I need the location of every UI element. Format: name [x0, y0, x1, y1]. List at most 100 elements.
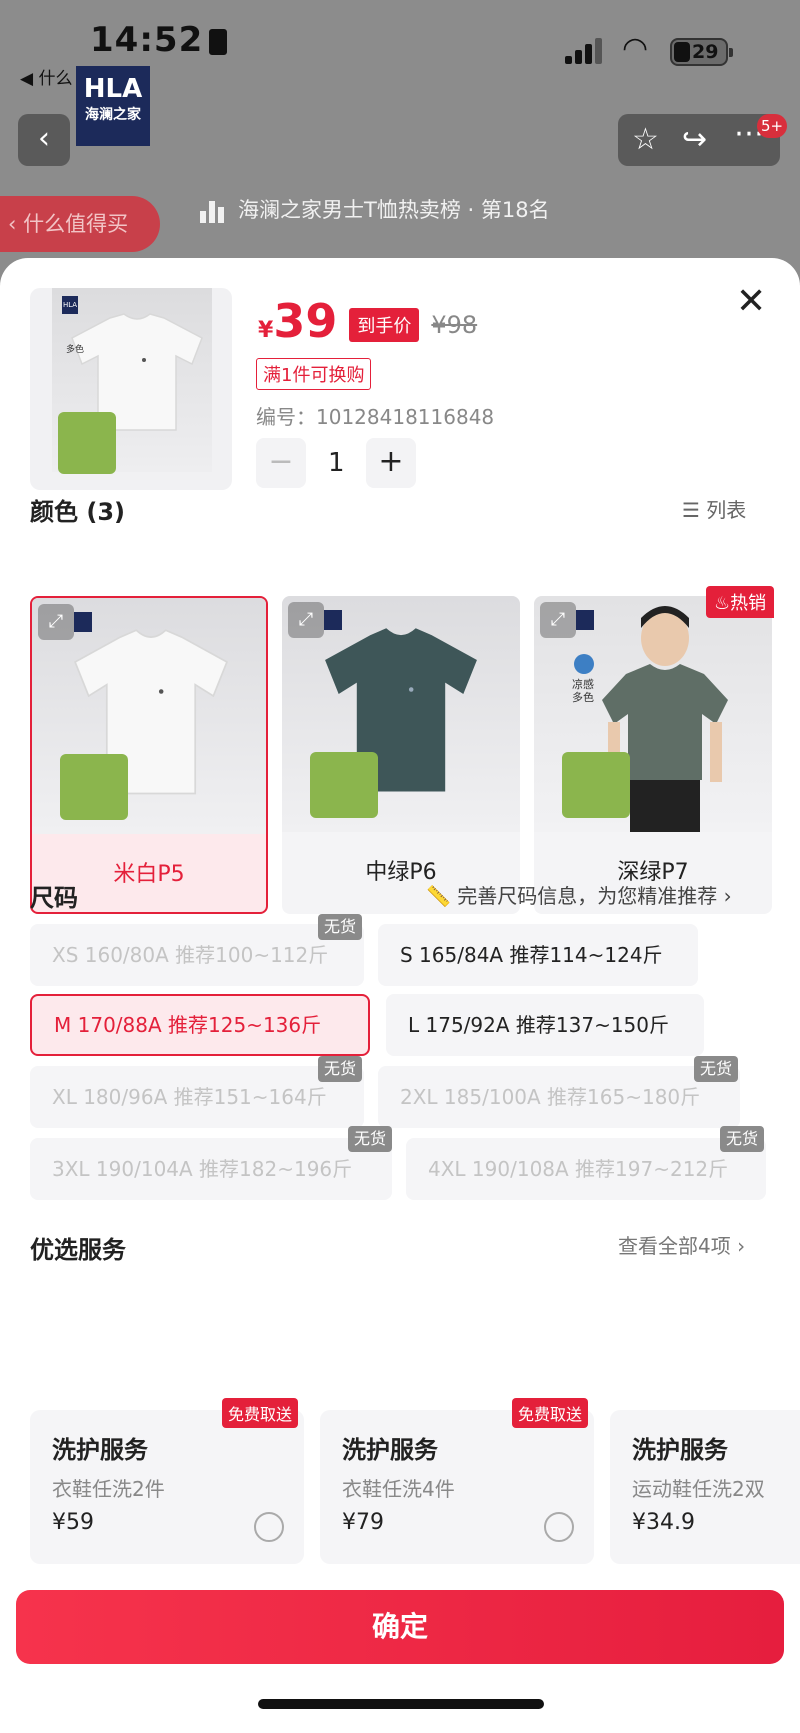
no-stock-badge: 无货	[318, 914, 363, 940]
size-option-l[interactable]: L 175/92A 推荐137~150斤	[386, 994, 704, 1056]
service-desc: 衣鞋任洗2件	[52, 1477, 165, 1501]
decrease-button[interactable]: −	[256, 438, 306, 488]
list-icon: ☰	[682, 498, 707, 522]
feature-tag-image	[58, 412, 116, 474]
chevron-left-icon: ‹	[8, 212, 24, 236]
expand-icon[interactable]: ⤢	[288, 602, 324, 638]
color-option-1[interactable]: ⤢ 中绿P6	[282, 596, 520, 914]
size-option-xl[interactable]: XL 180/96A 推荐151~164斤	[30, 1066, 364, 1128]
feature-tag-image	[310, 752, 378, 818]
service-card-2[interactable]: 洗护服务 运动鞋任洗2双 ¥34.9	[610, 1410, 800, 1564]
size-option-s[interactable]: S 165/84A 推荐114~124斤	[378, 924, 698, 986]
ranking-text: 海澜之家男士T恤热卖榜 · 第18名	[238, 198, 550, 222]
service-title: 洗护服务	[52, 1436, 148, 1464]
color-option-0[interactable]: ⤢ 米白P5	[30, 596, 268, 914]
share-icon[interactable]: ↪	[682, 122, 707, 157]
service-title: 洗护服务	[342, 1436, 438, 1464]
card-brand-logo	[576, 610, 594, 630]
quantity-value[interactable]: 1	[328, 448, 345, 478]
close-icon[interactable]: ✕	[736, 284, 766, 320]
service-desc: 衣鞋任洗4件	[342, 1477, 455, 1501]
view-all-label: 查看全部4项	[618, 1234, 731, 1258]
list-label: 列表	[706, 498, 747, 522]
color-count-label: 多色	[66, 345, 85, 355]
final-price-tag: 到手价	[349, 307, 420, 342]
service-title: 洗护服务	[632, 1436, 728, 1464]
final-price: 39	[273, 294, 338, 348]
feature-tag-image	[60, 754, 128, 820]
size-option-3xl[interactable]: 3XL 190/104A 推荐182~196斤	[30, 1138, 392, 1200]
service-price: ¥79	[342, 1510, 384, 1535]
back-button[interactable]: ‹	[18, 114, 70, 166]
service-desc: 运动鞋任洗2双	[632, 1477, 765, 1501]
price-row: ¥39 到手价 ¥98	[258, 294, 477, 354]
expand-icon[interactable]: ⤢	[38, 604, 74, 640]
expand-icon[interactable]: ⤢	[540, 602, 576, 638]
brand-logo: HLA 海澜之家	[76, 66, 150, 146]
service-radio[interactable]	[254, 1512, 284, 1542]
service-section-title: 优选服务	[30, 1236, 126, 1264]
original-price: ¥98	[431, 310, 478, 339]
size-option-m[interactable]: M 170/88A 推荐125~136斤	[30, 994, 370, 1056]
service-card-0[interactable]: 洗护服务 衣鞋任洗2件 ¥59	[30, 1410, 304, 1564]
notification-badge: 5+	[757, 114, 788, 138]
back-to-app-link[interactable]: ◀ 什么	[20, 64, 72, 89]
background-page: 14:52 ◀ 什么 ◠ 29 HLA 海澜之家 ‹ ☆ ↪ ⋯ 5+ ‹ 什么…	[0, 0, 800, 290]
size-option-xs[interactable]: XS 160/80A 推荐100~112斤	[30, 924, 364, 986]
size-hint-text: 完善尺码信息，为您精准推荐	[457, 884, 718, 908]
free-pickup-tag: 免费取送	[222, 1398, 299, 1428]
no-stock-badge: 无货	[720, 1126, 765, 1152]
free-pickup-tag: 免费取送	[512, 1398, 589, 1428]
service-price: ¥59	[52, 1510, 94, 1535]
ruler-icon: 📏	[426, 884, 458, 908]
battery-icon: 29	[670, 38, 733, 66]
product-code: 编号：10128418116848	[256, 405, 495, 429]
nav-actions: ☆ ↪ ⋯	[618, 114, 780, 166]
size-recommend-link[interactable]: 📏 完善尺码信息，为您精准推荐 ›	[426, 880, 732, 909]
wifi-icon: ◠	[622, 31, 649, 66]
logo-subtext: 海澜之家	[85, 107, 141, 123]
worth-buy-pill[interactable]: ‹ 什么值得买	[0, 196, 160, 252]
feature-tag-image	[562, 752, 630, 818]
ranking-banner[interactable]: 海澜之家男士T恤热卖榜 · 第18名	[200, 190, 600, 230]
no-stock-badge: 无货	[348, 1126, 393, 1152]
star-icon[interactable]: ☆	[632, 122, 659, 157]
hot-badge-label: 热销	[730, 593, 767, 614]
time-text: 14:52	[90, 20, 204, 60]
chevron-left-icon: ‹	[38, 121, 50, 156]
status-time: 14:52	[90, 20, 228, 60]
no-stock-badge: 无货	[694, 1056, 739, 1082]
flame-icon: ♨	[714, 593, 731, 614]
worth-buy-label: 什么值得买	[23, 212, 129, 236]
service-price: ¥34.9	[632, 1510, 695, 1535]
color-option-2[interactable]: 凉感 多色 ⤢ 深绿P7	[534, 596, 772, 914]
signal-icon	[565, 36, 607, 64]
ranking-icon	[200, 199, 226, 223]
chevron-right-icon: ›	[717, 884, 732, 908]
view-all-services-link[interactable]: 查看全部4项 ›	[618, 1230, 745, 1259]
sku-selector-sheet: HLA 多色 ¥39 到手价 ¥98 满1件可换购 编号：1012841811684…	[0, 258, 800, 1733]
home-indicator	[258, 1699, 544, 1709]
battery-level: 29	[692, 41, 719, 63]
logo-text: HLA	[83, 74, 143, 104]
size-option-2xl[interactable]: 2XL 185/100A 推荐165~180斤	[378, 1066, 740, 1128]
service-card-1[interactable]: 洗护服务 衣鞋任洗4件 ¥79	[320, 1410, 594, 1564]
feature-label-text: 凉感	[572, 678, 594, 691]
increase-button[interactable]: +	[366, 438, 416, 488]
list-view-toggle[interactable]: ☰ 列表	[682, 494, 746, 523]
sim-icon	[209, 28, 228, 55]
feature-label-text: 多色	[572, 691, 594, 704]
confirm-button[interactable]: 确定	[16, 1590, 784, 1664]
service-radio[interactable]	[544, 1512, 574, 1542]
feature-label: 凉感 多色	[572, 678, 594, 704]
no-stock-badge: 无货	[318, 1056, 363, 1082]
product-thumbnail[interactable]: HLA 多色	[30, 288, 232, 490]
size-section-title: 尺码	[30, 884, 78, 912]
color-section-title: 颜色 (3)	[30, 498, 125, 526]
hot-badge: ♨热销	[706, 586, 775, 618]
chevron-right-icon: ›	[730, 1234, 746, 1258]
size-option-4xl[interactable]: 4XL 190/108A 推荐197~212斤	[406, 1138, 766, 1200]
promo-badge[interactable]: 满1件可换购	[256, 358, 372, 390]
card-brand-logo	[324, 610, 342, 630]
card-brand-logo	[74, 612, 92, 632]
